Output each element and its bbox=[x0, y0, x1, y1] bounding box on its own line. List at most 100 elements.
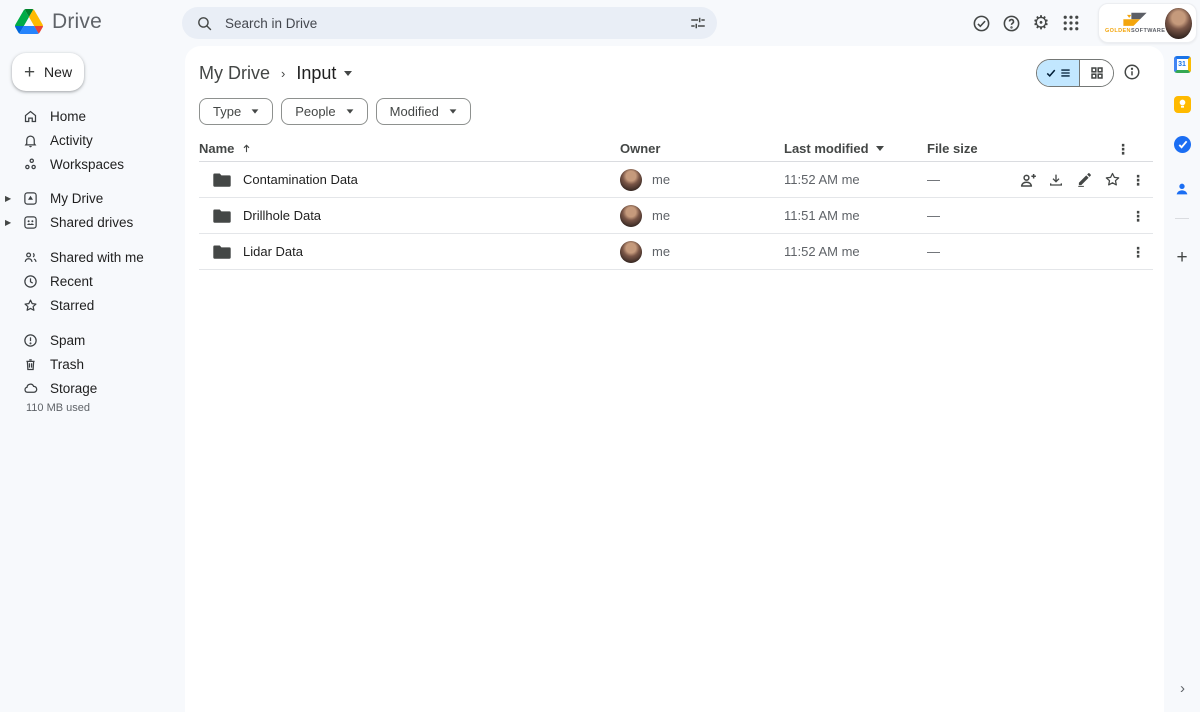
help-icon[interactable] bbox=[1001, 13, 1021, 33]
star-icon bbox=[22, 297, 38, 313]
sidebar-item-workspaces[interactable]: Workspaces bbox=[0, 152, 180, 176]
expand-arrow-icon[interactable]: ▶ bbox=[0, 194, 16, 203]
search-input[interactable] bbox=[225, 16, 677, 31]
sidebar-item-spam[interactable]: Spam bbox=[0, 328, 180, 352]
row-quick-actions: ⋮ bbox=[1019, 162, 1145, 197]
get-add-ons-button[interactable]: + bbox=[1173, 249, 1191, 267]
rail-divider bbox=[1175, 218, 1189, 219]
file-browser-panel: My Drive › Input Type People Modified bbox=[185, 46, 1164, 712]
new-button[interactable]: + New bbox=[12, 53, 84, 91]
column-header-owner[interactable]: Owner bbox=[620, 136, 660, 161]
file-name: Lidar Data bbox=[243, 244, 303, 259]
golden-software-wordmark: GOLDENSOFTWARE bbox=[1105, 29, 1165, 35]
shared-drives-icon bbox=[22, 214, 38, 230]
column-header-name[interactable]: Name bbox=[199, 136, 252, 161]
calendar-app-icon[interactable]: 31 bbox=[1173, 55, 1191, 73]
sidebar-item-home[interactable]: Home bbox=[0, 104, 180, 128]
list-view-button[interactable] bbox=[1037, 60, 1080, 86]
apps-grid-icon[interactable] bbox=[1061, 13, 1081, 33]
owner-avatar bbox=[620, 169, 642, 191]
folder-icon bbox=[213, 244, 231, 259]
top-bar: Drive ⚙ bbox=[0, 0, 1200, 46]
search-options-icon[interactable] bbox=[689, 14, 707, 32]
grid-view-icon bbox=[1091, 67, 1103, 79]
sort-ascending-icon bbox=[241, 143, 252, 154]
plus-icon: + bbox=[1176, 247, 1187, 269]
size-label: — bbox=[927, 198, 940, 233]
breadcrumb-my-drive[interactable]: My Drive bbox=[199, 63, 270, 84]
download-icon[interactable] bbox=[1047, 171, 1065, 189]
breadcrumb-separator-icon: › bbox=[281, 66, 285, 81]
owner-avatar bbox=[620, 205, 642, 227]
plus-icon: + bbox=[24, 63, 35, 82]
storage-used-label: 110 MB used bbox=[26, 402, 90, 414]
check-icon bbox=[1046, 68, 1056, 78]
modified-label: 11:52 AM me bbox=[784, 162, 860, 197]
show-side-panel-chevron-icon[interactable]: › bbox=[1180, 680, 1185, 697]
list-view-icon bbox=[1060, 68, 1071, 78]
contacts-app-icon[interactable] bbox=[1173, 180, 1191, 198]
sidebar-item-activity[interactable]: Activity bbox=[0, 128, 180, 152]
column-header-modified[interactable]: Last modified bbox=[784, 136, 884, 161]
share-person-add-icon[interactable] bbox=[1019, 171, 1037, 189]
keep-app-icon[interactable] bbox=[1173, 95, 1191, 113]
more-options-icon[interactable]: ⋮ bbox=[1116, 142, 1130, 156]
left-sidebar: + New Home Activity Workspaces ▶ My Driv… bbox=[0, 46, 185, 712]
sort-caret-icon bbox=[876, 146, 884, 151]
people-icon bbox=[22, 249, 38, 265]
chevron-down-icon bbox=[252, 109, 259, 113]
settings-gear-icon[interactable]: ⚙ bbox=[1031, 13, 1051, 33]
my-drive-icon bbox=[22, 190, 38, 206]
filter-type-chip[interactable]: Type bbox=[199, 98, 273, 125]
column-header-size[interactable]: File size bbox=[927, 136, 978, 161]
file-name: Drillhole Data bbox=[243, 208, 321, 223]
search-bar[interactable] bbox=[182, 7, 717, 39]
sidebar-item-recent[interactable]: Recent bbox=[0, 269, 180, 293]
file-row-contamination-data[interactable]: Contamination Data me 11:52 AM me — ⋮ bbox=[199, 162, 1153, 198]
filter-people-chip[interactable]: People bbox=[281, 98, 367, 125]
row-more-options-icon[interactable]: ⋮ bbox=[1131, 245, 1145, 259]
rename-pencil-icon[interactable] bbox=[1075, 171, 1093, 189]
bell-icon bbox=[22, 132, 38, 148]
account-area[interactable]: GOLDENSOFTWARE bbox=[1098, 3, 1197, 43]
modified-label: 11:51 AM me bbox=[784, 198, 860, 233]
sidebar-item-storage[interactable]: Storage bbox=[0, 376, 180, 400]
sidebar-item-starred[interactable]: Starred bbox=[0, 293, 180, 317]
user-avatar[interactable] bbox=[1165, 8, 1192, 39]
tasks-app-icon[interactable] bbox=[1173, 135, 1191, 153]
sidebar-item-trash[interactable]: Trash bbox=[0, 352, 180, 376]
chevron-down-icon bbox=[449, 109, 456, 113]
owner-label: me bbox=[652, 208, 670, 223]
row-more-options-icon[interactable]: ⋮ bbox=[1131, 173, 1145, 187]
search-icon bbox=[196, 15, 213, 32]
star-toggle-icon[interactable] bbox=[1103, 171, 1121, 189]
workspaces-icon bbox=[22, 156, 38, 172]
sidebar-item-my-drive[interactable]: ▶ My Drive bbox=[0, 186, 180, 210]
drive-logo[interactable]: Drive bbox=[15, 9, 102, 34]
new-button-label: New bbox=[44, 64, 72, 80]
side-panel-rail: 31 + bbox=[1164, 46, 1200, 712]
chevron-down-icon bbox=[346, 109, 353, 113]
owner-label: me bbox=[652, 172, 670, 187]
modified-label: 11:52 AM me bbox=[784, 234, 860, 269]
spam-icon bbox=[22, 332, 38, 348]
golden-software-logo: GOLDENSOFTWARE bbox=[1105, 12, 1165, 35]
sidebar-item-shared-with-me[interactable]: Shared with me bbox=[0, 245, 180, 269]
app-title: Drive bbox=[52, 10, 102, 34]
offline-status-icon[interactable] bbox=[971, 13, 991, 33]
grid-view-button[interactable] bbox=[1080, 60, 1113, 86]
folder-icon bbox=[213, 172, 231, 187]
details-info-icon[interactable] bbox=[1122, 62, 1142, 82]
breadcrumb-current-folder[interactable]: Input bbox=[296, 63, 352, 84]
file-row-drillhole-data[interactable]: Drillhole Data me 11:51 AM me — ⋮ bbox=[199, 198, 1153, 234]
sidebar-item-shared-drives[interactable]: ▶ Shared drives bbox=[0, 210, 180, 234]
filter-modified-chip[interactable]: Modified bbox=[376, 98, 471, 125]
filter-chips: Type People Modified bbox=[199, 98, 471, 125]
cloud-icon bbox=[22, 380, 38, 396]
breadcrumb: My Drive › Input bbox=[199, 58, 352, 88]
home-icon bbox=[22, 108, 38, 124]
file-name: Contamination Data bbox=[243, 172, 358, 187]
file-row-lidar-data[interactable]: Lidar Data me 11:52 AM me — ⋮ bbox=[199, 234, 1153, 270]
expand-arrow-icon[interactable]: ▶ bbox=[0, 218, 16, 227]
row-more-options-icon[interactable]: ⋮ bbox=[1131, 209, 1145, 223]
